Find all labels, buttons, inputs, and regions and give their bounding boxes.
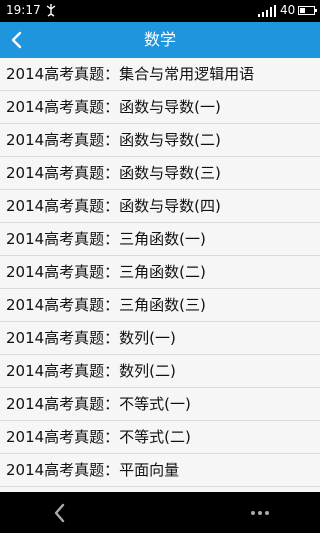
battery-icon (298, 6, 317, 15)
list-item[interactable]: 2014高考真题：平面向量 (0, 454, 320, 487)
battery-percent: 40 (280, 3, 296, 17)
list-item[interactable]: 2014高考真题：三角函数(二) (0, 256, 320, 289)
system-nav-bar (0, 492, 320, 533)
list-item[interactable]: 2014高考真题：不等式(二) (0, 421, 320, 454)
list-item[interactable]: 2014高考真题：不等式(一) (0, 388, 320, 421)
list-item[interactable]: 2014高考真题：三角函数(一) (0, 223, 320, 256)
more-icon[interactable] (244, 500, 276, 526)
usb-icon (44, 3, 58, 20)
list-item[interactable]: 2014高考真题：数列(一) (0, 322, 320, 355)
list-item[interactable]: 2014高考真题：集合与常用逻辑用语 (0, 58, 320, 91)
chevron-left-icon[interactable] (4, 22, 32, 58)
list-item[interactable]: 2014高考真题：函数与导数(三) (0, 157, 320, 190)
list-item[interactable]: 2014高考真题：三角函数(三) (0, 289, 320, 322)
list-item[interactable]: 2014高考真题：数列(二) (0, 355, 320, 388)
status-bar: 19:17 40 (0, 0, 320, 22)
app-header: 数学 (0, 22, 320, 58)
nav-back-icon[interactable] (46, 500, 74, 526)
topic-list: 2014高考真题：集合与常用逻辑用语 2014高考真题：函数与导数(一) 2014高… (0, 58, 320, 492)
signal-icon (258, 5, 276, 17)
list-item[interactable]: 2014高考真题：函数与导数(二) (0, 124, 320, 157)
list-item[interactable]: 2014高考真题：函数与导数(四) (0, 190, 320, 223)
page-title: 数学 (143, 30, 176, 49)
status-time: 19:17 (6, 3, 41, 17)
list-item[interactable]: 2014高考真题：函数与导数(一) (0, 91, 320, 124)
